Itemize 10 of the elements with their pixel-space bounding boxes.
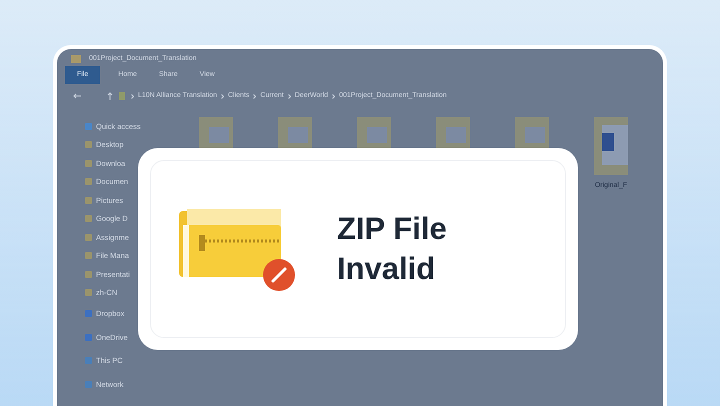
back-arrow-icon[interactable] (73, 93, 81, 99)
chevron-icon (288, 94, 291, 98)
chevron-icon (253, 94, 256, 98)
word-document-icon[interactable] (592, 117, 630, 177)
chevron-icon (131, 94, 134, 98)
up-arrow-icon[interactable] (107, 92, 113, 100)
chevron-icon (221, 94, 224, 98)
chevron-icon (332, 94, 336, 98)
error-title: Invalid (337, 251, 436, 287)
error-title: ZIP File (337, 211, 447, 247)
